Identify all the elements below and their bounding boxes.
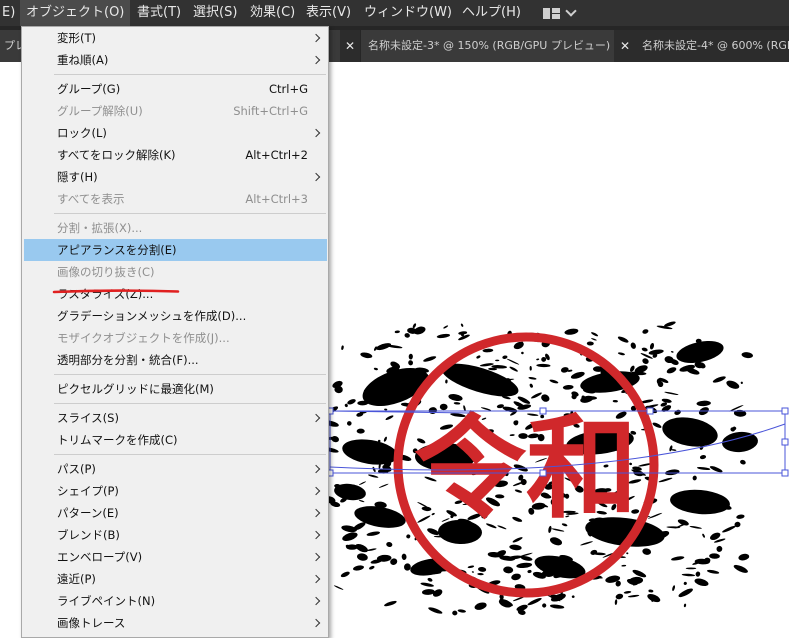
menu-item-arrange[interactable]: 重ね順(A)	[24, 49, 327, 71]
menu-item-expand[interactable]: 分割・拡張(X)...	[24, 217, 327, 239]
menu-item-slice[interactable]: スライス(S)	[24, 407, 327, 429]
selection-handle[interactable]	[781, 407, 789, 415]
menu-separator	[54, 403, 326, 404]
menu-separator	[54, 454, 326, 455]
selection-handle[interactable]	[646, 407, 654, 415]
menu-help[interactable]: ヘルプ(H)	[456, 0, 527, 26]
menu-effect[interactable]: 効果(C)	[244, 0, 301, 26]
tab-document-3[interactable]: 名称未設定-3* @ 150% (RGB/GPU プレビュー)	[361, 30, 614, 62]
submenu-arrow-icon	[311, 596, 321, 606]
menu-item-show-all[interactable]: すべてを表示 Alt+Ctrl+3	[24, 188, 327, 210]
menu-item-path[interactable]: パス(P)	[24, 458, 327, 480]
menu-object[interactable]: オブジェクト(O)	[20, 0, 131, 26]
menu-view[interactable]: 表示(V)	[300, 0, 357, 26]
selection-handle[interactable]	[781, 438, 789, 446]
menu-edit[interactable]: E)	[0, 0, 21, 26]
menu-item-group[interactable]: グループ(G) Ctrl+G	[24, 78, 327, 100]
menu-select[interactable]: 選択(S)	[187, 0, 243, 26]
menu-item-lock[interactable]: ロック(L)	[24, 122, 327, 144]
submenu-arrow-icon	[311, 128, 321, 138]
menu-item-live-paint[interactable]: ライブペイント(N)	[24, 590, 327, 612]
menu-item-crop-image[interactable]: 画像の切り抜き(C)	[24, 261, 327, 283]
selection-handle[interactable]	[539, 469, 547, 477]
menu-bar: E) オブジェクト(O) 書式(T) 選択(S) 効果(C) 表示(V) ウィン…	[0, 0, 789, 26]
menu-item-pattern[interactable]: パターン(E)	[24, 502, 327, 524]
menu-item-create-gradient-mesh[interactable]: グラデーションメッシュを作成(D)...	[24, 305, 327, 327]
submenu-arrow-icon	[311, 464, 321, 474]
submenu-arrow-icon	[311, 413, 321, 423]
menu-item-expand-appearance[interactable]: アピアランスを分割(E)	[24, 239, 327, 261]
menu-separator	[54, 374, 326, 375]
menu-item-perspective[interactable]: 遠近(P)	[24, 568, 327, 590]
submenu-arrow-icon	[311, 552, 321, 562]
submenu-arrow-icon	[311, 574, 321, 584]
submenu-arrow-icon	[311, 618, 321, 628]
workspace-switcher-button[interactable]	[536, 0, 584, 26]
chevron-down-icon	[565, 5, 577, 17]
tab-label: 名称未設定-4* @ 600% (RGB	[642, 39, 789, 52]
menu-type[interactable]: 書式(T)	[131, 0, 187, 26]
submenu-arrow-icon	[311, 530, 321, 540]
menu-item-shape[interactable]: シェイプ(P)	[24, 480, 327, 502]
submenu-arrow-icon	[311, 33, 321, 43]
workspace-layout-icon	[543, 8, 560, 19]
menu-item-unlock-all[interactable]: すべてをロック解除(K) Alt+Ctrl+2	[24, 144, 327, 166]
menu-item-envelope-distort[interactable]: エンベロープ(V)	[24, 546, 327, 568]
red-underline-annotation	[52, 289, 180, 294]
menu-item-hide[interactable]: 隠す(H)	[24, 166, 327, 188]
close-icon[interactable]: ✕	[341, 30, 359, 62]
menu-window[interactable]: ウィンドウ(W)	[358, 0, 458, 26]
menu-item-flatten-transparency[interactable]: 透明部分を分割・統合(F)...	[24, 349, 327, 371]
menu-item-blend[interactable]: ブレンド(B)	[24, 524, 327, 546]
object-menu-dropdown: 変形(T) 重ね順(A) グループ(G) Ctrl+G グループ解除(U) Shif…	[21, 26, 329, 638]
selection-handle[interactable]	[539, 407, 547, 415]
menu-item-make-pixel-perfect[interactable]: ピクセルグリッドに最適化(M)	[24, 378, 327, 400]
submenu-arrow-icon	[311, 172, 321, 182]
tab-label: 名称未設定-3* @ 150% (RGB/GPU プレビュー)	[368, 39, 611, 52]
close-icon[interactable]: ✕	[616, 30, 634, 62]
menu-item-create-object-mosaic[interactable]: モザイクオブジェクトを作成(J)...	[24, 327, 327, 349]
selection-handle[interactable]	[781, 469, 789, 477]
menu-item-transform[interactable]: 変形(T)	[24, 27, 327, 49]
tab-document-4[interactable]: ✕ 名称未設定-4* @ 600% (RGB	[614, 30, 789, 62]
submenu-arrow-icon	[311, 486, 321, 496]
menu-item-create-trim-marks[interactable]: トリムマークを作成(C)	[24, 429, 327, 451]
submenu-arrow-icon	[311, 55, 321, 65]
menu-item-rasterize[interactable]: ラスタライズ(Z)...	[24, 283, 327, 305]
menu-item-image-trace[interactable]: 画像トレース	[24, 612, 327, 634]
submenu-arrow-icon	[311, 508, 321, 518]
menu-item-ungroup[interactable]: グループ解除(U) Shift+Ctrl+G	[24, 100, 327, 122]
menu-separator	[54, 213, 326, 214]
menu-separator	[54, 74, 326, 75]
tab-document-2[interactable]: ✕	[340, 30, 360, 62]
